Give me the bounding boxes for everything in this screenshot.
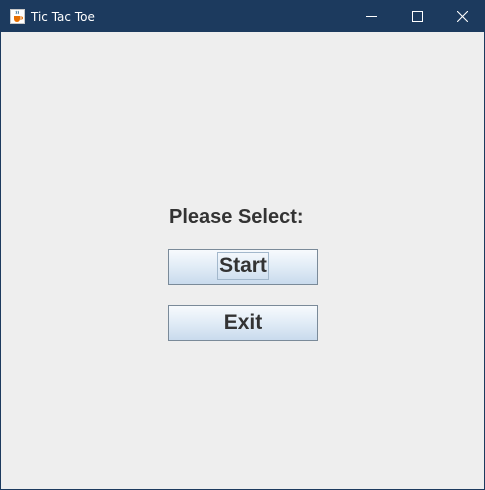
start-button[interactable]: Start	[168, 249, 318, 285]
minimize-icon	[366, 16, 377, 17]
minimize-button[interactable]	[349, 1, 395, 32]
maximize-icon	[412, 11, 423, 22]
exit-button-label: Exit	[223, 311, 263, 334]
content-panel: Please Select: Start Exit	[1, 32, 484, 489]
select-prompt-label: Please Select:	[169, 206, 304, 228]
start-button-label: Start	[217, 252, 269, 280]
window-title: Tic Tac Toe	[31, 10, 95, 24]
close-icon	[457, 11, 468, 22]
title-bar[interactable]: Tic Tac Toe	[1, 1, 484, 32]
java-cup-icon	[10, 9, 25, 24]
maximize-button[interactable]	[395, 1, 441, 32]
close-button[interactable]	[440, 1, 484, 32]
exit-button[interactable]: Exit	[168, 305, 318, 341]
app-window: Tic Tac Toe Please Select: Start Exit	[0, 0, 485, 490]
